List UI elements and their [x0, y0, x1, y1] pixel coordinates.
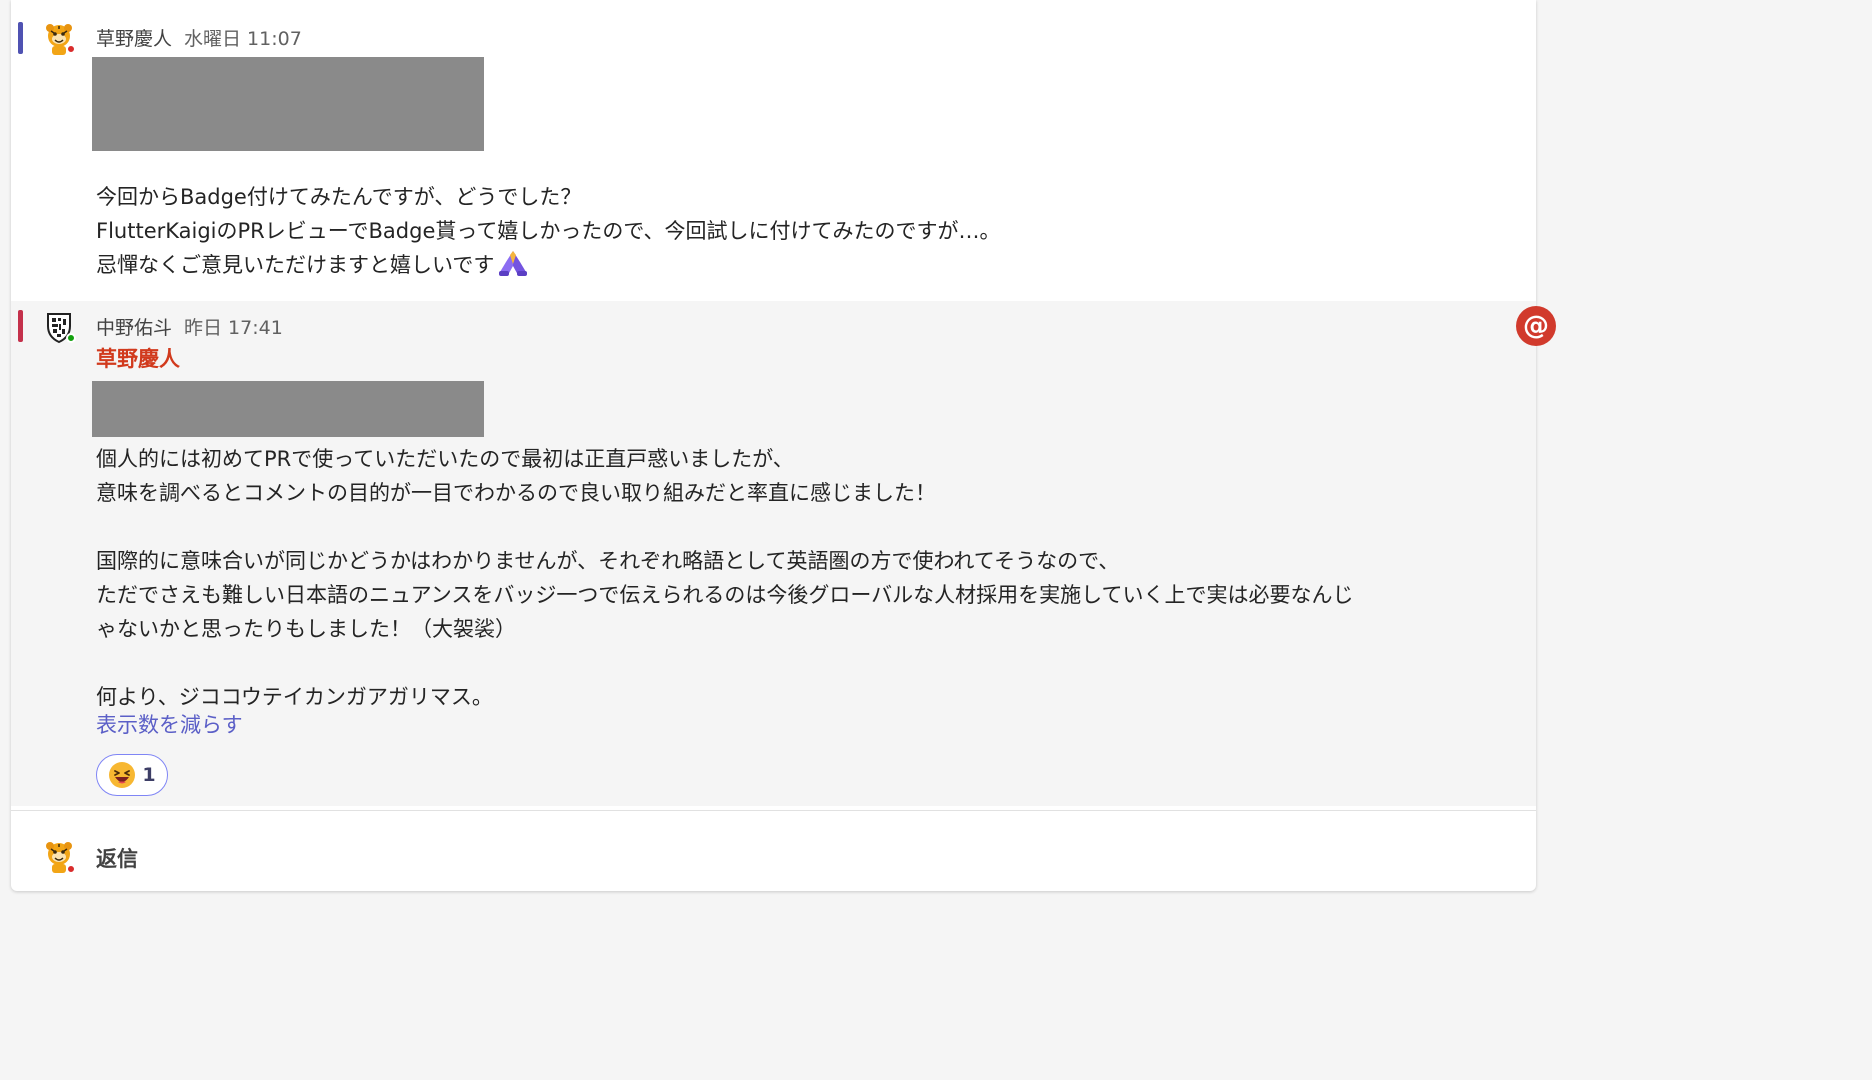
message-timestamp: 水曜日 11:07	[184, 28, 302, 50]
message-accent-bar	[18, 310, 23, 342]
reply-button[interactable]: 返信	[96, 843, 138, 873]
laughing-face-icon	[109, 762, 136, 788]
mention-indicator-icon: @	[1516, 306, 1556, 346]
message-line: FlutterKaigiのPRレビューでBadge貰って嬉しかったので、今回試し…	[96, 219, 1001, 243]
user-mention[interactable]: 草野慶人	[96, 343, 180, 373]
message-header: 草野慶人 水曜日 11:07	[96, 24, 302, 51]
message-body: 今回からBadge付けてみたんですが、どうでした？ FlutterKaigiのP…	[96, 180, 1516, 282]
message-line	[96, 510, 1516, 544]
message-line: 忌憚なくご意見いただけますと嬉しいです	[96, 248, 1516, 282]
redacted-block	[92, 381, 484, 437]
message-line: 個人的には初めてPRで使っていただいたので最初は正直戸惑いましたが、	[96, 447, 794, 471]
message-line	[96, 646, 1516, 680]
message-accent-bar	[18, 22, 23, 54]
folded-hands-icon	[499, 251, 528, 276]
status-available-icon	[66, 333, 76, 343]
message-line: 国際的に意味合いが同じかどうかはわかりませんが、それぞれ略語として英語圏の方で使…	[96, 549, 1120, 573]
author-name[interactable]: 中野佑斗	[96, 317, 172, 339]
redacted-block	[92, 57, 484, 151]
message-line: 何より、ジココウテイカンガアガリマス。	[96, 685, 493, 709]
message-line: 意味を調べるとコメントの目的が一目でわかるので良い取り組みだと率直に感じました！	[96, 481, 936, 505]
reply-divider	[11, 810, 1536, 811]
message-line-text: 忌憚なくご意見いただけますと嬉しいです	[96, 253, 495, 277]
conversation-thread: 草野慶人 水曜日 11:07 今回からBadge付けてみたんですが、どうでした？ …	[11, 0, 1536, 891]
message-body: 個人的には初めてPRで使っていただいたので最初は正直戸惑いましたが、 意味を調べ…	[96, 442, 1516, 714]
message-line: ただでさえも難しい日本語のニュアンスをバッジ一つで伝えられるのは今後グローバルな…	[96, 583, 1354, 607]
message-timestamp: 昨日 17:41	[184, 317, 283, 339]
show-less-link[interactable]: 表示数を減らす	[96, 709, 243, 739]
message-line: ゃないかと思ったりもしました！（大袈裟）	[96, 617, 516, 641]
status-busy-icon	[66, 44, 76, 54]
reaction-button[interactable]: 1	[96, 754, 168, 796]
reaction-count: 1	[142, 764, 156, 786]
status-busy-icon	[66, 864, 76, 874]
author-name[interactable]: 草野慶人	[96, 28, 172, 50]
message-header: 中野佑斗 昨日 17:41	[96, 313, 283, 340]
message-line: 今回からBadge付けてみたんですが、どうでした？	[96, 185, 582, 209]
